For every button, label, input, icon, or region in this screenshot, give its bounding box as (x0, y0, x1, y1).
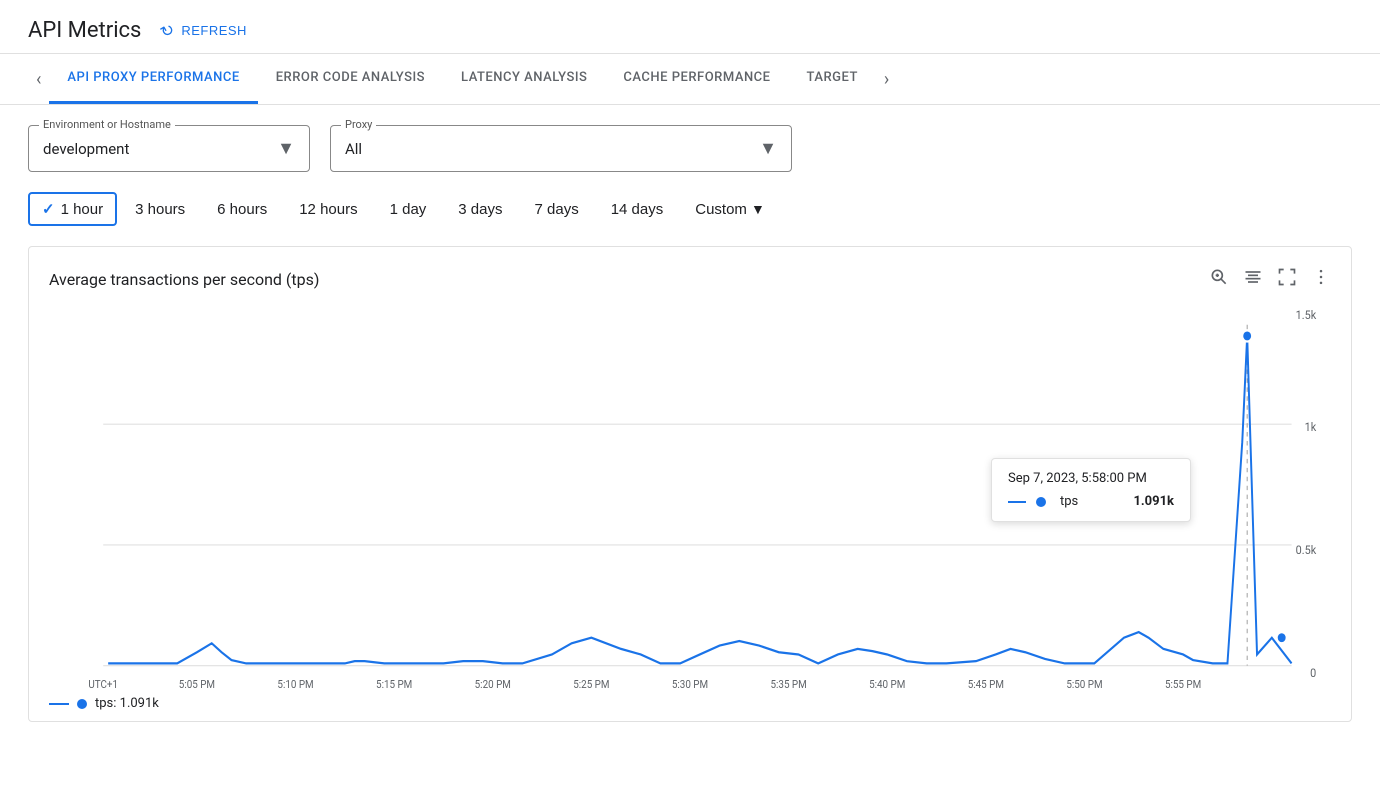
svg-text:5:50 PM: 5:50 PM (1066, 677, 1102, 688)
svg-text:0: 0 (1310, 665, 1316, 680)
fullscreen-icon[interactable] (1277, 267, 1297, 292)
chart-svg-area: 0 0.5k 1k 1.5k UTC+1 5:05 PM 5:10 PM 5:1… (49, 308, 1331, 688)
custom-dropdown-arrow: ▼ (751, 201, 765, 217)
svg-text:5:40 PM: 5:40 PM (869, 677, 905, 688)
time-btn-3hours[interactable]: 3 hours (121, 193, 199, 226)
refresh-icon: ↻ (157, 18, 179, 42)
app-title: API Metrics (28, 18, 141, 43)
svg-text:UTC+1: UTC+1 (88, 677, 118, 688)
svg-text:5:15 PM: 5:15 PM (376, 677, 412, 688)
svg-text:1k: 1k (1305, 419, 1317, 434)
legend-label: tps: 1.091k (95, 696, 159, 711)
svg-text:1.5k: 1.5k (1296, 308, 1317, 322)
svg-text:5:05 PM: 5:05 PM (179, 677, 215, 688)
chart-title: Average transactions per second (tps) (49, 270, 319, 289)
svg-text:5:10 PM: 5:10 PM (277, 677, 313, 688)
time-btn-1hour-label: 1 hour (61, 201, 104, 218)
time-btn-14days[interactable]: 14 days (597, 193, 678, 226)
environment-select[interactable]: Environment or Hostname development ▼ (28, 125, 310, 172)
more-options-icon[interactable] (1311, 267, 1331, 292)
time-btn-1day[interactable]: 1 day (376, 193, 441, 226)
svg-text:5:30 PM: 5:30 PM (672, 677, 708, 688)
tab-target[interactable]: TARGET (789, 54, 876, 104)
filter-icon[interactable] (1243, 267, 1263, 292)
svg-text:5:45 PM: 5:45 PM (968, 677, 1004, 688)
tab-api-proxy[interactable]: API PROXY PERFORMANCE (49, 54, 257, 104)
tps-chart: 0 0.5k 1k 1.5k UTC+1 5:05 PM 5:10 PM 5:1… (49, 308, 1331, 688)
check-icon: ✓ (42, 200, 55, 218)
time-btn-6hours[interactable]: 6 hours (203, 193, 281, 226)
time-btn-12hours[interactable]: 12 hours (285, 193, 371, 226)
environment-dropdown-arrow: ▼ (277, 138, 295, 159)
zoom-icon[interactable] (1209, 267, 1229, 292)
svg-text:0.5k: 0.5k (1296, 542, 1317, 557)
legend-line-icon (49, 703, 69, 705)
tab-error-code[interactable]: ERROR CODE ANALYSIS (258, 54, 443, 104)
chart-toolbar (1209, 267, 1331, 292)
filter-controls: Environment or Hostname development ▼ Pr… (0, 105, 1380, 192)
tab-latency[interactable]: LATENCY ANALYSIS (443, 54, 605, 104)
environment-value: development (43, 140, 129, 158)
tab-next-arrow[interactable]: › (876, 57, 897, 102)
svg-text:5:55 PM: 5:55 PM (1165, 677, 1201, 688)
time-range-selector: ✓ 1 hour 3 hours 6 hours 12 hours 1 day … (0, 192, 1380, 246)
time-btn-7days[interactable]: 7 days (521, 193, 593, 226)
legend-dot-icon (77, 699, 87, 709)
svg-text:5:35 PM: 5:35 PM (771, 677, 807, 688)
svg-text:5:20 PM: 5:20 PM (475, 677, 511, 688)
chart-container: Average transactions per second (tps) (28, 246, 1352, 722)
svg-text:5:25 PM: 5:25 PM (573, 677, 609, 688)
time-btn-custom[interactable]: Custom ▼ (681, 193, 779, 226)
proxy-label: Proxy (341, 118, 376, 131)
proxy-select[interactable]: Proxy All ▼ (330, 125, 792, 172)
time-btn-3days[interactable]: 3 days (444, 193, 516, 226)
tab-prev-arrow[interactable]: ‹ (28, 57, 49, 102)
environment-label: Environment or Hostname (39, 118, 175, 131)
proxy-value: All (345, 140, 362, 158)
refresh-label: REFRESH (181, 23, 247, 38)
tabs-bar: ‹ API PROXY PERFORMANCE ERROR CODE ANALY… (0, 54, 1380, 105)
time-btn-custom-label: Custom (695, 201, 747, 218)
time-btn-1hour[interactable]: ✓ 1 hour (28, 192, 117, 226)
proxy-dropdown-arrow: ▼ (759, 138, 777, 159)
chart-legend: tps: 1.091k (49, 688, 1331, 711)
refresh-button[interactable]: ↻ REFRESH (161, 21, 247, 41)
tab-cache[interactable]: CACHE PERFORMANCE (605, 54, 788, 104)
